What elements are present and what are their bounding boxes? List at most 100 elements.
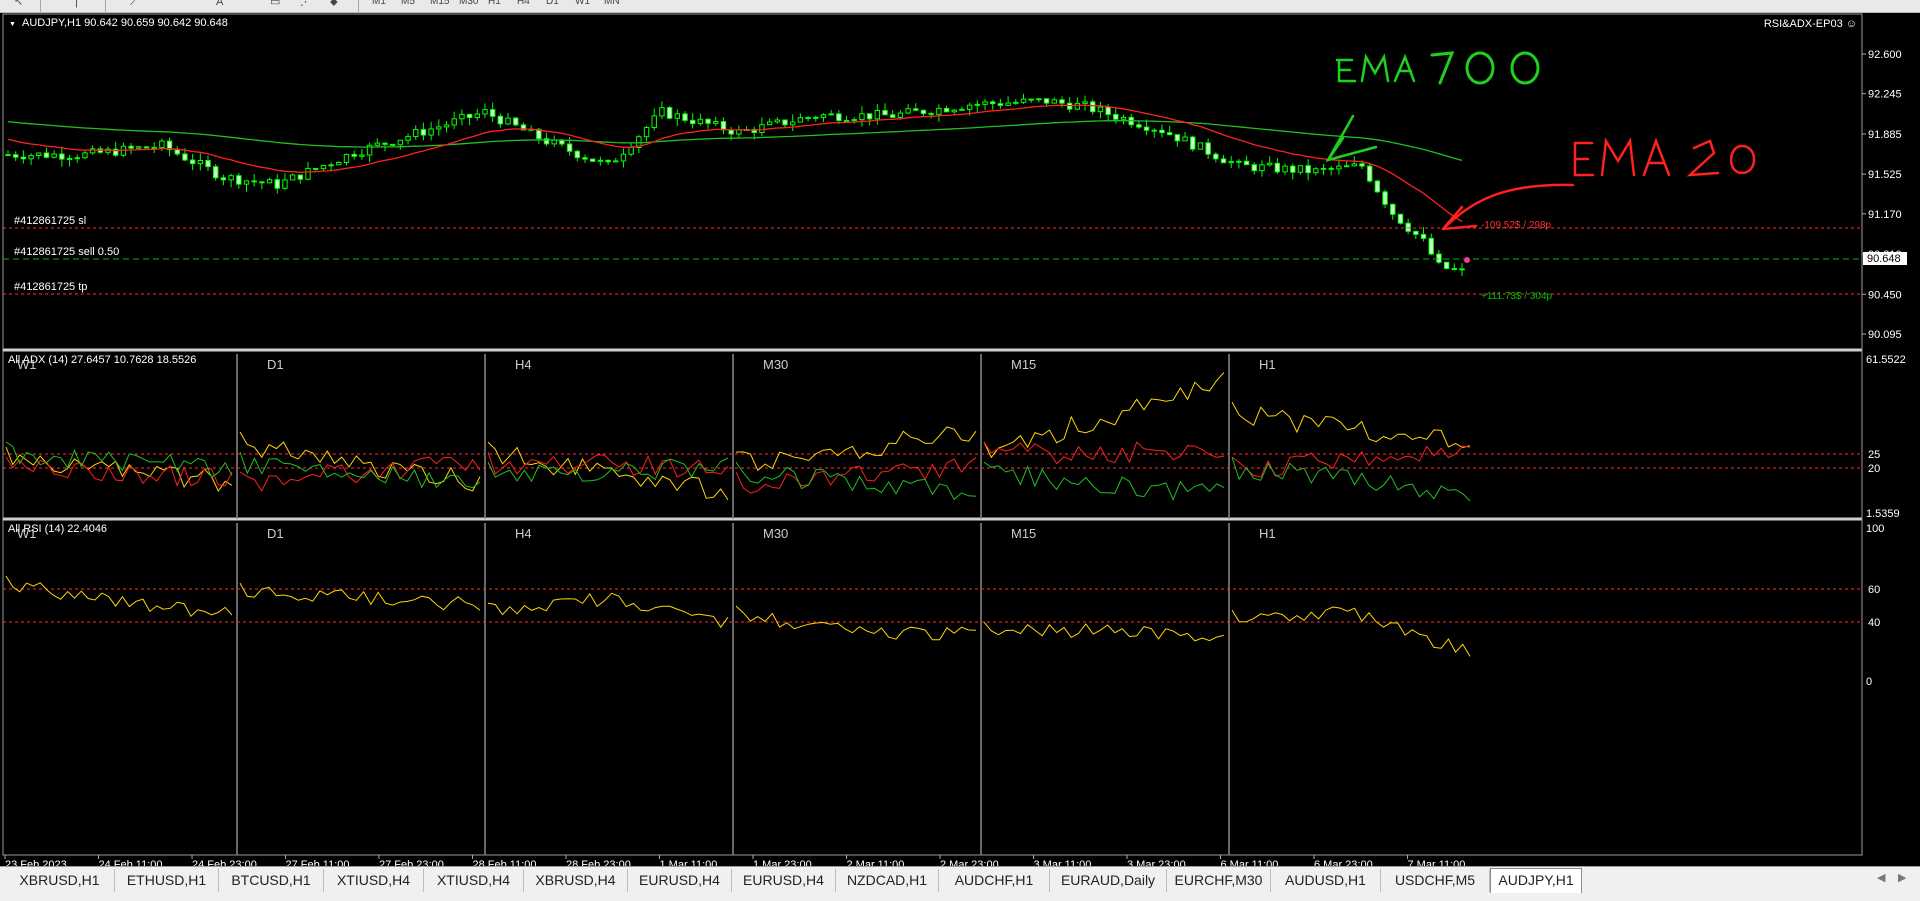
candle-body — [1320, 167, 1327, 170]
candle-body — [128, 145, 134, 149]
candle-body — [1366, 165, 1373, 182]
adx-timeframe-label: H1 — [1259, 357, 1276, 372]
tab-ethusd-h1[interactable]: ETHUSD,H1 — [115, 869, 219, 892]
candle-body — [436, 126, 442, 130]
candle-body — [451, 118, 457, 126]
timeframe-button-h1[interactable]: H1 — [488, 0, 501, 10]
tab-xtiusd-h4[interactable]: XTIUSD,H4 — [424, 869, 524, 892]
price-tick-label: 92.600 — [1868, 49, 1902, 61]
tab-euraud-daily[interactable]: EURAUD,Daily — [1050, 869, 1167, 892]
candle-body — [1405, 222, 1411, 232]
candle-body — [474, 113, 480, 119]
rsi-timeframe-label: M15 — [1011, 526, 1036, 541]
tab-audusd-h1[interactable]: AUDUSD,H1 — [1271, 869, 1381, 892]
trade-marker[interactable] — [1464, 257, 1470, 263]
candle-body — [320, 164, 327, 170]
shapes-icon[interactable]: ⬥ — [330, 0, 338, 10]
trendline-icon[interactable]: ⟋ — [130, 0, 138, 10]
price-tick-label: 91.885 — [1868, 129, 1902, 141]
candle-body — [897, 112, 904, 118]
candle-body — [405, 136, 411, 141]
take-profit-label: #412861725 tp — [14, 281, 87, 293]
price-tick-label: 90.450 — [1868, 289, 1902, 301]
candle-body — [913, 108, 919, 111]
candle-body — [489, 109, 496, 117]
chart-window[interactable]: ▼ AUDJPY,H1 90.642 90.659 90.642 90.648 RS… — [0, 13, 1920, 877]
tab-xbrusd-h1[interactable]: XBRUSD,H1 — [5, 869, 115, 892]
candle-body — [43, 152, 50, 158]
candle-body — [351, 153, 357, 157]
candle-body — [789, 121, 796, 126]
tab-xtiusd-h4[interactable]: XTIUSD,H4 — [324, 869, 424, 892]
candle-body — [1413, 230, 1419, 235]
rsi-series-line — [5, 575, 233, 618]
candle-body — [1082, 101, 1088, 104]
candle-body — [1020, 98, 1027, 103]
fibonacci-icon[interactable]: ⋰ — [300, 0, 311, 10]
timeframe-button-d1[interactable]: D1 — [546, 0, 559, 10]
timeframe-button-m1[interactable]: M1 — [372, 0, 386, 10]
label-icon[interactable]: ▭ — [270, 0, 280, 10]
candle-body — [1328, 167, 1334, 170]
text-icon[interactable]: A — [216, 0, 223, 10]
tab-audchf-h1[interactable]: AUDCHF,H1 — [939, 869, 1050, 892]
tab-scroll-left-icon[interactable]: ◀ — [1877, 871, 1885, 884]
timeframe-button-m5[interactable]: M5 — [401, 0, 415, 10]
candle-body — [328, 164, 334, 167]
tab-xbrusd-h4[interactable]: XBRUSD,H4 — [524, 869, 628, 892]
candle-body — [243, 180, 250, 185]
candle-body — [843, 119, 850, 122]
candle-body — [966, 104, 973, 110]
timeframe-button-w1[interactable]: W1 — [575, 0, 590, 10]
tab-audjpy-h1[interactable]: AUDJPY,H1 — [1490, 868, 1582, 893]
tab-btcusd-h1[interactable]: BTCUSD,H1 — [219, 869, 324, 892]
cursor-icon[interactable]: ↖ — [14, 0, 23, 10]
ema100-handwritten-annotation — [1335, 53, 1416, 83]
timeframe-button-mn[interactable]: MN — [604, 0, 620, 10]
tab-eurusd-h4[interactable]: EURUSD,H4 — [732, 869, 836, 892]
ema100-arrow — [1325, 114, 1378, 162]
candle-body — [220, 177, 227, 181]
candle-body — [1443, 261, 1450, 269]
candle-body — [382, 142, 388, 145]
current-price-label: 90.648 — [1867, 253, 1901, 265]
candle-body — [443, 124, 450, 128]
tab-eurusd-h4[interactable]: EURUSD,H4 — [628, 869, 732, 892]
timeframe-button-m15[interactable]: M15 — [430, 0, 449, 10]
candle-body — [374, 142, 380, 146]
candle-body — [482, 109, 488, 115]
tab-eurchf-m30[interactable]: EURCHF,M30 — [1167, 869, 1271, 892]
candle-body — [1266, 162, 1273, 166]
timeframe-button-h4[interactable]: H4 — [517, 0, 530, 10]
tab-usdchf-m5[interactable]: USDCHF,M5 — [1381, 869, 1490, 892]
crosshair-icon[interactable]: | — [75, 0, 78, 10]
candle-body — [174, 149, 180, 155]
candle-body — [59, 153, 65, 160]
candle-body — [959, 108, 965, 111]
adx-level-label: 20 — [1868, 463, 1880, 475]
candle-body — [1005, 102, 1011, 106]
candle-body — [997, 103, 1004, 106]
ema100-line — [7, 120, 1463, 162]
tab-nzdcad-h1[interactable]: NZDCAD,H1 — [836, 869, 939, 892]
candle-body — [505, 117, 511, 125]
candle-body — [1420, 233, 1427, 239]
candle-body — [797, 117, 804, 123]
candle-body — [766, 121, 773, 126]
timeframe-button-m30[interactable]: M30 — [459, 0, 478, 10]
candle-body — [282, 179, 288, 189]
adx-timeframe-label: H4 — [515, 357, 532, 372]
candle-body — [874, 109, 881, 120]
candle-body — [1343, 165, 1350, 168]
rsi-timeframe-label: D1 — [267, 526, 284, 541]
candle-body — [705, 118, 711, 124]
indicator-name: RSI&ADX-EP03 ☺ — [1764, 18, 1857, 30]
chart-menu-icon: ▼ — [9, 21, 16, 28]
adx-timeframe-label: M15 — [1011, 357, 1036, 372]
tab-scroll-right-icon[interactable]: ▶ — [1898, 871, 1906, 884]
candle-body — [1243, 160, 1250, 166]
candle-body — [420, 128, 427, 136]
candle-body — [159, 140, 165, 148]
candle-body — [51, 153, 57, 158]
chart-canvas[interactable]: ▼ AUDJPY,H1 90.642 90.659 90.642 90.648 RS… — [0, 13, 1920, 867]
